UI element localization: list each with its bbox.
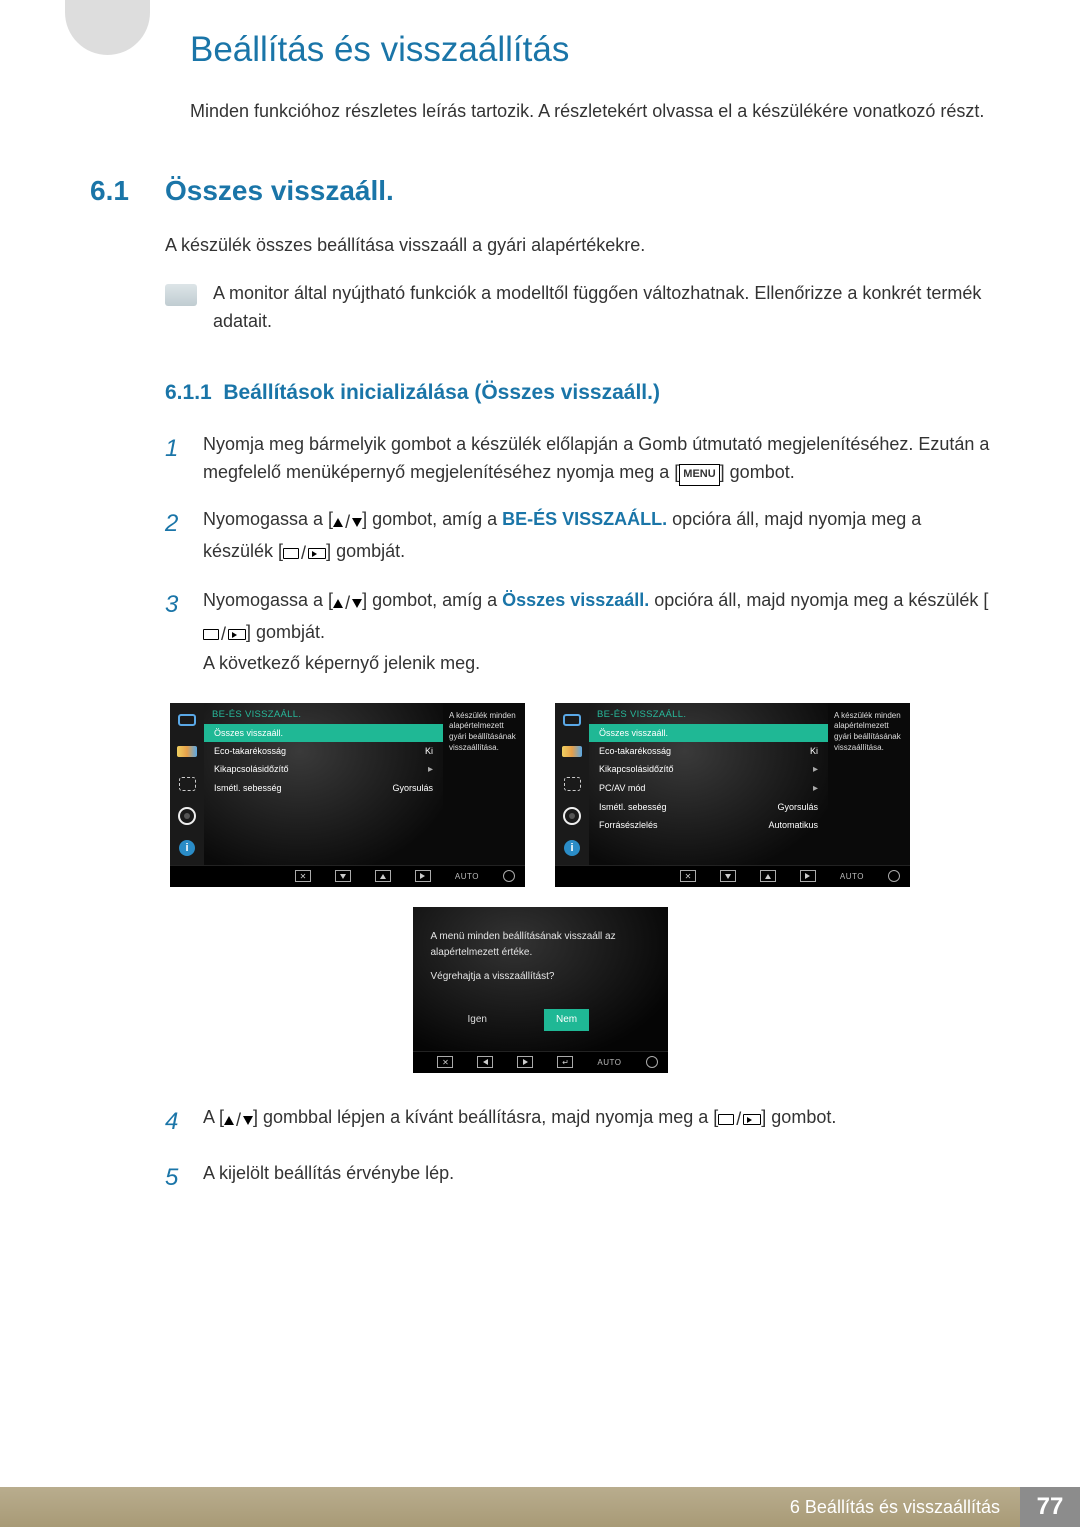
yes-button[interactable]: Igen bbox=[456, 1009, 499, 1031]
step-3: 3 Nyomogassa a [/] gombot, amíg a Összes… bbox=[165, 586, 990, 678]
osd-row[interactable]: Kikapcsolásidőzítő▸ bbox=[204, 760, 443, 779]
enter-key-icon: / bbox=[203, 620, 246, 649]
power-icon bbox=[888, 870, 900, 882]
close-icon: ✕ bbox=[295, 870, 311, 882]
up-down-key-icon: / bbox=[333, 508, 362, 537]
up-icon bbox=[760, 870, 776, 882]
enter-icon: ↵ bbox=[557, 1056, 573, 1068]
power-icon bbox=[503, 870, 515, 882]
gear-icon bbox=[176, 807, 198, 825]
osd-row[interactable]: Eco-takarékosságKi bbox=[589, 742, 828, 760]
confirm-button-bar: ✕ ↵ AUTO bbox=[413, 1051, 668, 1073]
resize-icon bbox=[176, 775, 198, 793]
menu-key-icon: MENU bbox=[679, 464, 719, 486]
osd-sidebar: i bbox=[170, 703, 204, 865]
right-icon bbox=[415, 870, 431, 882]
enter-key-icon: / bbox=[283, 539, 326, 568]
osd-tooltip: A készülék minden alapértelmezett gyári … bbox=[443, 703, 525, 865]
page-footer: 6 Beállítás és visszaállítás 77 bbox=[0, 1487, 1080, 1527]
confirm-text: A menü minden beállításának visszaáll az… bbox=[431, 929, 650, 961]
power-icon bbox=[646, 1056, 658, 1068]
osd-row[interactable]: Eco-takarékosságKi bbox=[204, 742, 443, 760]
section-body: A készülék összes beállítása visszaáll a… bbox=[165, 232, 990, 260]
up-down-key-icon: / bbox=[333, 589, 362, 618]
down-icon bbox=[720, 870, 736, 882]
osd-row[interactable]: Kikapcsolásidőzítő▸ bbox=[589, 760, 828, 779]
down-icon bbox=[335, 870, 351, 882]
right-icon bbox=[800, 870, 816, 882]
osd-row[interactable]: Ismétl. sebességGyorsulás bbox=[204, 779, 443, 797]
no-button[interactable]: Nem bbox=[544, 1009, 589, 1031]
osd-row[interactable]: Összes visszaáll. bbox=[204, 724, 443, 742]
colors-icon bbox=[176, 743, 198, 761]
auto-label: AUTO bbox=[597, 1058, 621, 1067]
gear-icon bbox=[561, 807, 583, 825]
page-number: 77 bbox=[1020, 1487, 1080, 1527]
footer-chapter: 6 Beállítás és visszaállítás bbox=[790, 1497, 1000, 1518]
osd-menu-1: i BE-ÉS VISSZAÁLL.Összes visszaáll.Eco-t… bbox=[170, 703, 525, 887]
osd-tooltip: A készülék minden alapértelmezett gyári … bbox=[828, 703, 910, 865]
right-icon bbox=[517, 1056, 533, 1068]
section-number: 6.1 bbox=[90, 175, 165, 207]
confirm-dialog: A menü minden beállításának visszaáll az… bbox=[413, 907, 668, 1073]
enter-key-icon: / bbox=[718, 1105, 761, 1134]
step-2: 2 Nyomogassa a [/] gombot, amíg a BE-ÉS … bbox=[165, 505, 990, 568]
close-icon: ✕ bbox=[680, 870, 696, 882]
info-icon: i bbox=[561, 839, 583, 857]
osd-row[interactable]: Ismétl. sebességGyorsulás bbox=[589, 798, 828, 816]
osd-sidebar: i bbox=[555, 703, 589, 865]
osd-screenshots: i BE-ÉS VISSZAÁLL.Összes visszaáll.Eco-t… bbox=[90, 703, 990, 887]
note-text: A monitor által nyújtható funkciók a mod… bbox=[213, 280, 990, 336]
close-icon: ✕ bbox=[437, 1056, 453, 1068]
info-icon: i bbox=[176, 839, 198, 857]
osd-menu-2: i BE-ÉS VISSZAÁLL.Összes visszaáll.Eco-t… bbox=[555, 703, 910, 887]
osd-row[interactable]: Összes visszaáll. bbox=[589, 724, 828, 742]
osd-row[interactable]: PC/AV mód▸ bbox=[589, 779, 828, 798]
section-title: Összes visszaáll. bbox=[165, 175, 394, 207]
osd-button-bar: ✕ AUTO bbox=[555, 865, 910, 887]
step-1: 1 Nyomja meg bármelyik gombot a készülék… bbox=[165, 430, 990, 488]
left-icon bbox=[477, 1056, 493, 1068]
osd-button-bar: ✕ AUTO bbox=[170, 865, 525, 887]
osd-row[interactable]: ForrásészlelésAutomatikus bbox=[589, 816, 828, 834]
monitor-icon bbox=[561, 711, 583, 729]
step-5: 5 A kijelölt beállítás érvénybe lép. bbox=[165, 1159, 990, 1197]
resize-icon bbox=[561, 775, 583, 793]
confirm-question: Végrehajtja a visszaállítást? bbox=[431, 969, 650, 985]
up-down-key-icon: / bbox=[224, 1106, 253, 1135]
colors-icon bbox=[561, 743, 583, 761]
monitor-icon bbox=[176, 711, 198, 729]
up-icon bbox=[375, 870, 391, 882]
auto-label: AUTO bbox=[840, 872, 864, 881]
step-4: 4 A [/] gombbal lépjen a kívánt beállítá… bbox=[165, 1103, 990, 1141]
auto-label: AUTO bbox=[455, 872, 479, 881]
subsection-heading: 6.1.1 Beállítások inicializálása (Összes… bbox=[165, 381, 990, 405]
note-icon bbox=[165, 284, 197, 306]
chapter-title: Beállítás és visszaállítás bbox=[190, 30, 990, 70]
chapter-intro: Minden funkcióhoz részletes leírás tarto… bbox=[190, 98, 990, 125]
